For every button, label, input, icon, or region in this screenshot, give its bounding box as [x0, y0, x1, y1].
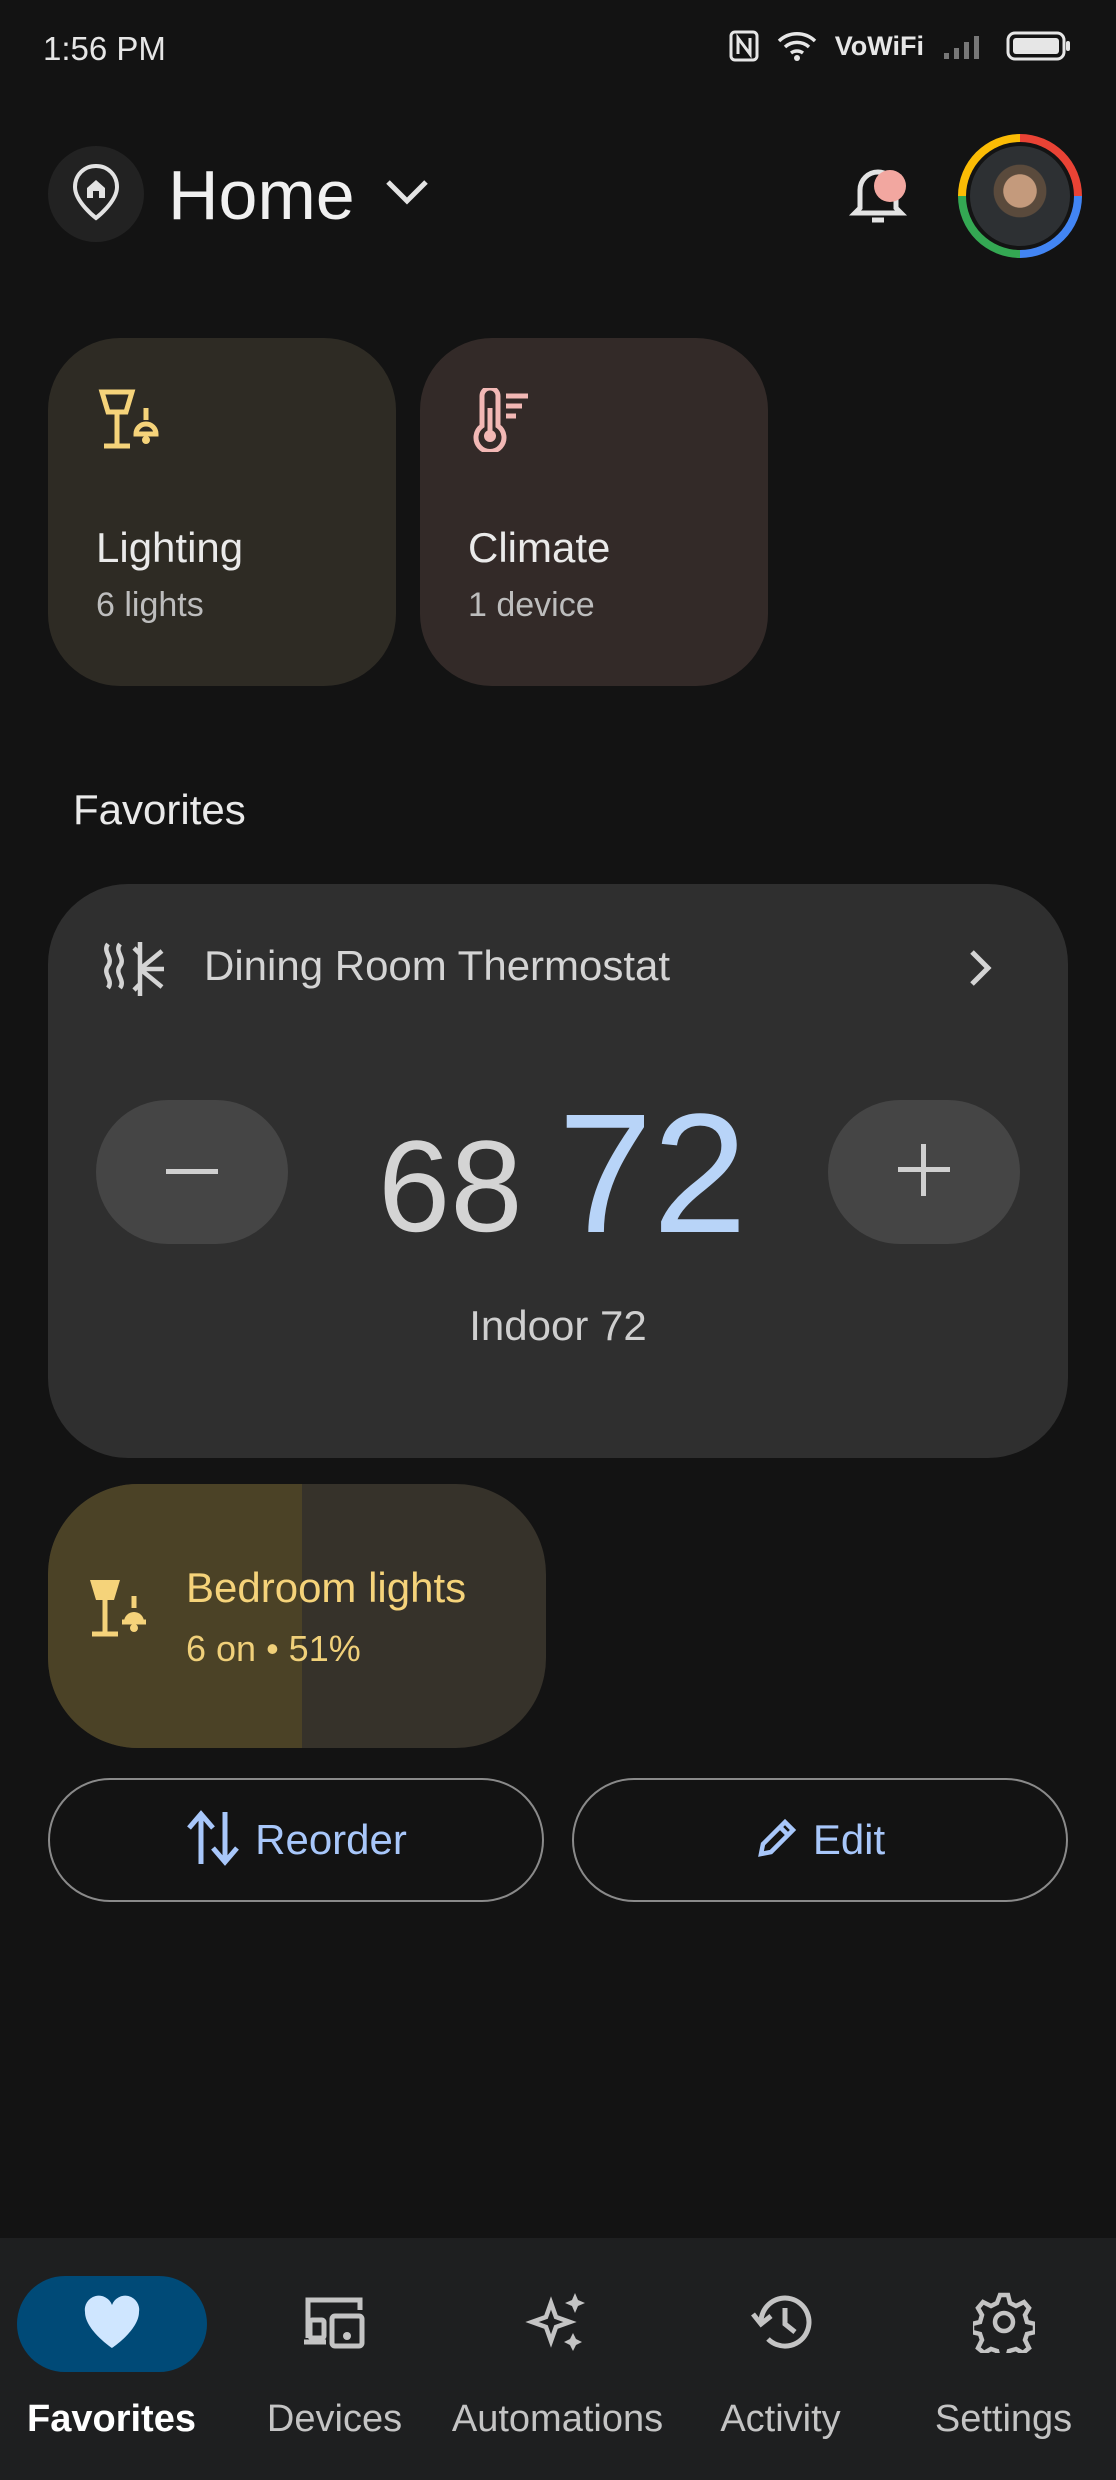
- nav-item-activity[interactable]: Activity: [669, 2238, 892, 2480]
- edit-label: Edit: [812, 1816, 886, 1863]
- lamp-icon: [96, 388, 168, 457]
- lamp-icon: [84, 1576, 156, 1645]
- avatar: [966, 142, 1074, 250]
- nav-label-devices: Devices: [266, 2398, 403, 2440]
- battery-icon: [1006, 30, 1072, 62]
- climate-subtitle: 1 device: [468, 586, 595, 624]
- nav-label-settings: Settings: [934, 2398, 1073, 2440]
- increase-temp-button[interactable]: [828, 1100, 1020, 1244]
- lighting-subtitle: 6 lights: [96, 586, 204, 624]
- bedroom-lights-name: Bedroom lights: [186, 1564, 467, 1611]
- indoor-temperature: Indoor 72: [469, 1302, 647, 1349]
- pencil-icon: [755, 1816, 799, 1865]
- network-label: VoWiFi: [834, 30, 924, 61]
- location-pin-icon: [70, 162, 122, 227]
- nav-label-activity: Activity: [720, 2398, 841, 2440]
- edit-button[interactable]: Edit: [572, 1778, 1068, 1902]
- chevron-right-icon[interactable]: [966, 946, 996, 995]
- avatar-photo: [970, 146, 1070, 246]
- nav-item-automations[interactable]: Automations: [446, 2238, 669, 2480]
- notification-badge: [874, 170, 906, 202]
- nav-label-automations: Automations: [451, 2398, 664, 2440]
- home-location-button[interactable]: [48, 146, 144, 242]
- decrease-temp-button[interactable]: [96, 1100, 288, 1244]
- lighting-category-tile[interactable]: Lighting 6 lights: [48, 338, 396, 686]
- wifi-icon: [777, 30, 817, 62]
- sparkle-icon: [524, 2289, 591, 2360]
- thermostat-card[interactable]: Dining Room Thermostat 68 72 Indoor 72: [48, 884, 1068, 1458]
- account-avatar-button[interactable]: [958, 134, 1082, 258]
- bottom-navigation: Favorites Devices Automations Activity S…: [0, 2238, 1116, 2480]
- minus-icon: [166, 1163, 218, 1181]
- gear-icon: [969, 2291, 1037, 2361]
- heart-icon: [81, 2294, 143, 2355]
- favorites-heading: Favorites: [73, 786, 246, 833]
- reorder-label: Reorder: [255, 1816, 407, 1863]
- bedroom-lights-status: 6 on • 51%: [186, 1628, 361, 1669]
- thermostat-name: Dining Room Thermostat: [204, 942, 671, 989]
- nav-item-favorites[interactable]: Favorites: [0, 2238, 223, 2480]
- nav-item-settings[interactable]: Settings: [892, 2238, 1115, 2480]
- history-icon: [749, 2292, 813, 2357]
- cool-setpoint: 72: [558, 1079, 748, 1269]
- nfc-icon: [729, 30, 759, 62]
- status-icons: VoWiFi: [729, 30, 1072, 62]
- heat-setpoint: 68: [378, 1113, 523, 1259]
- lighting-title: Lighting: [96, 524, 244, 571]
- climate-category-tile[interactable]: Climate 1 device: [420, 338, 768, 686]
- chevron-down-icon[interactable]: [382, 172, 432, 217]
- signal-icon: [942, 31, 988, 61]
- status-time: 1:56 PM: [43, 30, 166, 67]
- home-title[interactable]: Home: [168, 150, 355, 240]
- bedroom-lights-card[interactable]: Bedroom lights 6 on • 51%: [48, 1484, 546, 1748]
- climate-title: Climate: [468, 524, 611, 571]
- nav-label-favorites: Favorites: [27, 2398, 196, 2440]
- nav-active-indicator: [16, 2276, 207, 2372]
- heat-cool-icon: [100, 936, 166, 1007]
- nav-item-devices[interactable]: Devices: [223, 2238, 446, 2480]
- thermometer-icon: [468, 385, 532, 457]
- reorder-icon: [185, 1808, 241, 1873]
- devices-icon: [302, 2294, 368, 2355]
- plus-icon: [898, 1143, 950, 1201]
- reorder-button[interactable]: Reorder: [48, 1778, 544, 1902]
